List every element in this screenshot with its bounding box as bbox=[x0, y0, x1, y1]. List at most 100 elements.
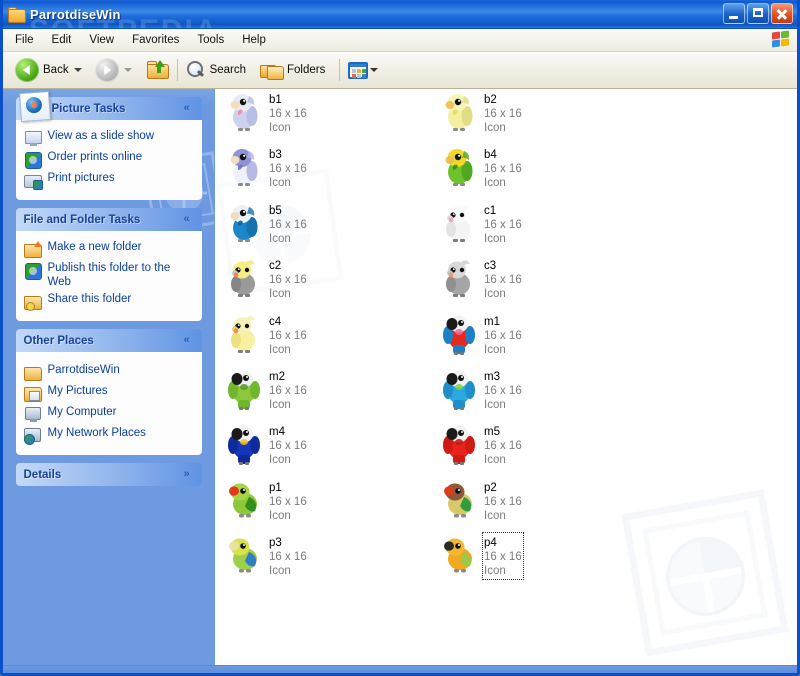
chevron-up-icon[interactable]: « bbox=[180, 212, 194, 226]
file-list-pane[interactable]: b1 16 x 16 Icon b2 16 x 16 Icon b3 16 x 16 Icon b… bbox=[214, 89, 797, 665]
file-item[interactable]: p3 16 x 16 Icon bbox=[225, 534, 307, 578]
task-label: Order prints online bbox=[47, 151, 143, 163]
file-item[interactable]: b5 16 x 16 Icon bbox=[225, 202, 307, 246]
menu-item-file[interactable]: File bbox=[7, 32, 42, 48]
file-name: m1 bbox=[484, 315, 500, 328]
file-labels: c3 16 x 16 Icon bbox=[484, 257, 522, 301]
file-item[interactable]: m3 16 x 16 Icon bbox=[440, 368, 522, 412]
macaw-hyacinth-icon bbox=[225, 423, 263, 466]
place-my-computer[interactable]: My Computer bbox=[24, 405, 194, 423]
watermark-logo-icon bbox=[621, 489, 789, 657]
place-my-pictures[interactable]: My Pictures bbox=[23, 384, 194, 402]
place-my-network-places[interactable]: My Network Places bbox=[23, 426, 194, 445]
toolbar-separator bbox=[176, 59, 178, 81]
panel-title: Details bbox=[23, 468, 62, 481]
menu-item-help[interactable]: Help bbox=[234, 32, 274, 48]
task-order-prints[interactable]: Order prints online bbox=[24, 150, 194, 169]
chevron-up-icon[interactable]: « bbox=[180, 333, 194, 347]
file-labels: m3 16 x 16 Icon bbox=[484, 368, 522, 412]
task-publish-to-web[interactable]: Publish this folder to the Web bbox=[24, 261, 194, 289]
forward-button[interactable] bbox=[91, 55, 141, 85]
file-type: Icon bbox=[269, 288, 291, 301]
place-label: ParrotdiseWin bbox=[47, 364, 120, 376]
file-dimensions: 16 x 16 bbox=[269, 108, 307, 120]
minimize-button[interactable] bbox=[723, 3, 745, 24]
menu-bar: File Edit View Favorites Tools Help bbox=[3, 29, 797, 52]
folder-icon bbox=[23, 364, 42, 381]
panel-header-other-places[interactable]: Other Places « bbox=[15, 329, 202, 352]
macaw-scarlet-icon bbox=[440, 313, 478, 355]
views-dropdown-icon[interactable] bbox=[370, 68, 379, 72]
explorer-window: ParrotdiseWin SOFTPEDIA File Edit View F… bbox=[0, 0, 800, 676]
task-label: Print pictures bbox=[47, 172, 115, 184]
file-dimensions: 16 x 16 bbox=[484, 551, 522, 564]
file-item[interactable]: m4 16 x 16 Icon bbox=[225, 423, 307, 467]
panel-header-details[interactable]: Details » bbox=[15, 463, 202, 486]
budgie-lilac-icon bbox=[225, 91, 263, 133]
menu-item-tools[interactable]: Tools bbox=[189, 32, 232, 48]
file-labels: p4 16 x 16 Icon bbox=[482, 532, 524, 581]
file-labels: m2 16 x 16 Icon bbox=[269, 368, 307, 412]
menu-item-edit[interactable]: Edit bbox=[44, 32, 80, 48]
task-label: Publish this folder to the Web bbox=[47, 262, 171, 288]
file-item[interactable]: p2 16 x 16 Icon bbox=[440, 479, 522, 523]
file-type: Icon bbox=[484, 122, 506, 134]
file-type: Icon bbox=[269, 232, 291, 245]
file-dimensions: 16 x 16 bbox=[269, 329, 307, 342]
menu-item-view[interactable]: View bbox=[81, 32, 122, 48]
folders-button[interactable]: Folders bbox=[256, 55, 329, 85]
file-type: Icon bbox=[484, 232, 506, 245]
panel-title: Other Places bbox=[23, 334, 94, 347]
file-item[interactable]: b3 16 x 16 Icon bbox=[225, 146, 307, 190]
file-item[interactable]: p4 16 x 16 Icon bbox=[440, 532, 524, 581]
file-type: Icon bbox=[269, 399, 291, 411]
chevron-up-icon[interactable]: « bbox=[180, 101, 194, 115]
search-button[interactable]: Search bbox=[182, 55, 250, 85]
up-button[interactable] bbox=[143, 55, 173, 85]
file-name: b1 bbox=[269, 94, 282, 106]
panel-header-picture-tasks[interactable]: Picture Tasks « bbox=[15, 90, 202, 123]
panel-header-file-folder-tasks[interactable]: File and Folder Tasks « bbox=[15, 208, 202, 231]
file-item[interactable]: c2 16 x 16 Icon bbox=[225, 257, 307, 301]
menu-item-favorites[interactable]: Favorites bbox=[124, 32, 187, 48]
file-item[interactable]: m2 16 x 16 Icon bbox=[225, 368, 307, 412]
picture-tasks-icon bbox=[18, 90, 51, 123]
task-view-slide-show[interactable]: View as a slide show bbox=[24, 129, 194, 147]
status-bar bbox=[3, 665, 797, 673]
file-item[interactable]: m1 16 x 16 Icon bbox=[440, 313, 522, 357]
maximize-button[interactable] bbox=[747, 3, 769, 24]
close-button[interactable] bbox=[771, 3, 793, 24]
file-grid: b1 16 x 16 Icon b2 16 x 16 Icon b3 16 x 16 Icon b… bbox=[215, 89, 797, 581]
views-button[interactable] bbox=[344, 55, 387, 85]
file-type: Icon bbox=[484, 343, 506, 356]
back-dropdown-icon[interactable] bbox=[73, 68, 82, 72]
file-dimensions: 16 x 16 bbox=[484, 218, 522, 231]
panel-other-places: Other Places « ParrotdiseWin My Pictures bbox=[15, 329, 202, 455]
file-item[interactable]: c1 16 x 16 Icon bbox=[440, 202, 522, 246]
task-share-folder[interactable]: Share this folder bbox=[23, 292, 194, 311]
forward-arrow-icon bbox=[94, 58, 119, 82]
file-name: c3 bbox=[484, 260, 497, 273]
parrotlet-blue-green-icon bbox=[225, 534, 263, 576]
file-item[interactable]: b1 16 x 16 Icon bbox=[225, 91, 307, 135]
forward-dropdown-icon[interactable] bbox=[123, 68, 132, 72]
chevron-down-icon[interactable]: » bbox=[180, 467, 194, 481]
file-item[interactable]: b4 16 x 16 Icon bbox=[440, 146, 522, 190]
panel-title: File and Folder Tasks bbox=[23, 213, 141, 226]
file-item[interactable]: c4 16 x 16 Icon bbox=[225, 313, 307, 357]
task-print-pictures[interactable]: Print pictures bbox=[23, 171, 194, 190]
place-parrotdisewin[interactable]: ParrotdiseWin bbox=[23, 363, 194, 381]
budgie-blue-icon bbox=[225, 202, 263, 244]
file-item[interactable]: c3 16 x 16 Icon bbox=[440, 257, 522, 301]
file-item[interactable]: b2 16 x 16 Icon bbox=[440, 91, 522, 135]
sun-conure-icon bbox=[440, 534, 478, 576]
back-button[interactable]: Back bbox=[11, 55, 91, 85]
file-name: c4 bbox=[269, 315, 282, 328]
file-item[interactable]: m5 16 x 16 Icon bbox=[440, 423, 522, 467]
task-make-new-folder[interactable]: Make a new folder bbox=[23, 240, 194, 258]
file-type: Icon bbox=[269, 509, 291, 522]
file-name: m5 bbox=[484, 426, 500, 439]
toolbar: Back Search Folders bbox=[3, 52, 797, 89]
file-item[interactable]: p1 16 x 16 Icon bbox=[225, 479, 307, 523]
task-label: Make a new folder bbox=[47, 241, 142, 253]
